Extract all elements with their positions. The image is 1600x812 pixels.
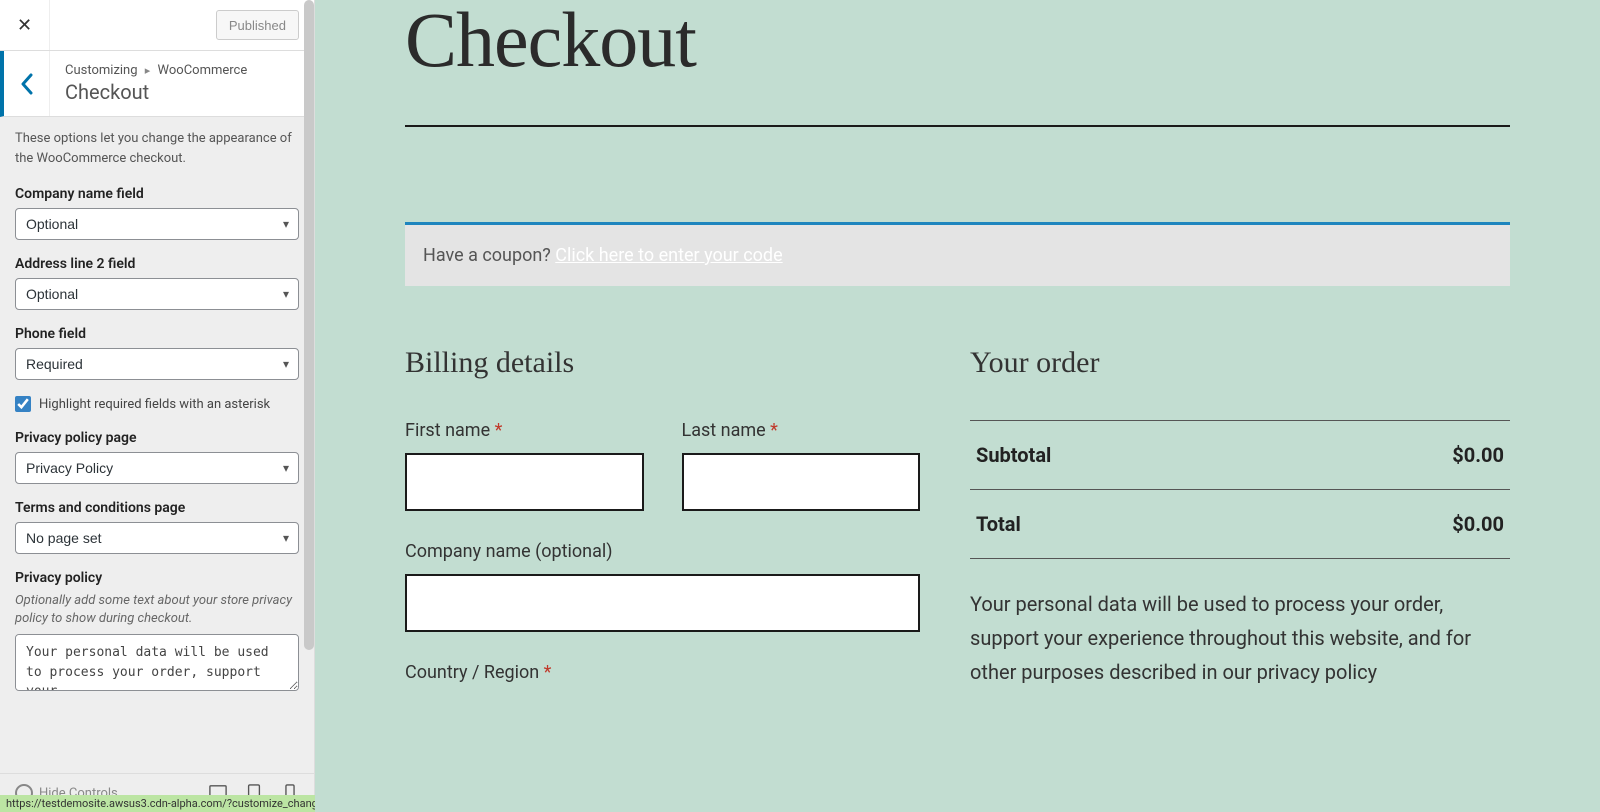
order-heading: Your order (970, 346, 1510, 380)
highlight-checkbox-label[interactable]: Highlight required fields with an asteri… (39, 397, 270, 412)
coupon-prompt: Have a coupon? (423, 245, 555, 266)
address2-field-label: Address line 2 field (15, 256, 299, 272)
address2-field-select[interactable]: Optional (15, 278, 299, 310)
subtotal-value: $0.00 (1282, 421, 1510, 490)
coupon-banner: Have a coupon? Click here to enter your … (405, 222, 1510, 286)
page-title: Checkout (405, 0, 1510, 85)
last-name-field: Last name * (682, 420, 921, 511)
order-summary-table: Subtotal $0.00 Total $0.00 (970, 420, 1510, 559)
billing-heading: Billing details (405, 346, 920, 380)
breadcrumb-title: Checkout (65, 80, 247, 104)
first-name-field: First name * (405, 420, 644, 511)
published-button[interactable]: Published (216, 10, 299, 40)
address2-field-group: Address line 2 field Optional ▾ (15, 256, 299, 310)
order-column: Your order Subtotal $0.00 Total $0.00 Yo… (970, 346, 1510, 725)
terms-page-select[interactable]: No page set (15, 522, 299, 554)
company-name-label: Company name (optional) (405, 541, 920, 562)
preview-pane: Checkout Have a coupon? Click here to en… (315, 0, 1600, 812)
breadcrumb-customizing: Customizing (65, 63, 138, 78)
terms-page-label: Terms and conditions page (15, 500, 299, 516)
customizer-sidebar: ✕ Published Customizing ▸ WooCommerce Ch… (0, 0, 315, 812)
table-row: Subtotal $0.00 (970, 421, 1510, 490)
breadcrumb: Customizing ▸ WooCommerce Checkout (0, 51, 314, 117)
sidebar-header: ✕ Published (0, 0, 314, 51)
company-field-select[interactable]: Optional (15, 208, 299, 240)
privacy-policy-label: Privacy policy (15, 570, 299, 586)
company-field-label: Company name field (15, 186, 299, 202)
title-underline (405, 125, 1510, 127)
total-value: $0.00 (1282, 490, 1510, 559)
breadcrumb-path: Customizing ▸ WooCommerce (65, 63, 247, 78)
highlight-checkbox-row: Highlight required fields with an asteri… (15, 396, 299, 412)
first-name-input[interactable] (405, 453, 644, 511)
privacy-policy-textarea[interactable]: Your personal data will be used to proce… (15, 634, 299, 691)
privacy-notice-text: Your personal data will be used to proce… (970, 587, 1510, 689)
coupon-link[interactable]: Click here to enter your code (555, 245, 782, 266)
first-name-label: First name * (405, 420, 644, 441)
sidebar-scrollbar[interactable] (304, 0, 314, 650)
breadcrumb-parent: WooCommerce (158, 63, 248, 78)
country-region-label: Country / Region * (405, 662, 920, 683)
table-row: Total $0.00 (970, 490, 1510, 559)
required-star-icon: * (495, 420, 503, 441)
last-name-input[interactable] (682, 453, 921, 511)
intro-text: These options let you change the appeara… (15, 129, 299, 168)
privacy-policy-helper: Optionally add some text about your stor… (15, 592, 299, 628)
sidebar-body: These options let you change the appeara… (0, 117, 314, 773)
privacy-policy-group: Privacy policy Optionally add some text … (15, 570, 299, 695)
phone-field-label: Phone field (15, 326, 299, 342)
back-icon[interactable] (4, 51, 50, 116)
subtotal-label: Subtotal (970, 421, 1282, 490)
required-star-icon: * (544, 662, 552, 683)
last-name-label: Last name * (682, 420, 921, 441)
billing-column: Billing details First name * Last name * (405, 346, 920, 725)
highlight-checkbox[interactable] (15, 396, 31, 412)
terms-page-group: Terms and conditions page No page set ▾ (15, 500, 299, 554)
sidebar-footer: Hide Controls https://testdemosite.awsus… (0, 773, 314, 812)
close-icon[interactable]: ✕ (0, 0, 50, 50)
company-name-field: Company name (optional) (405, 541, 920, 632)
company-name-input[interactable] (405, 574, 920, 632)
country-region-field: Country / Region * (405, 662, 920, 695)
privacy-page-group: Privacy policy page Privacy Policy ▾ (15, 430, 299, 484)
total-label: Total (970, 490, 1282, 559)
company-field-group: Company name field Optional ▾ (15, 186, 299, 240)
chevron-right-icon: ▸ (145, 64, 151, 77)
phone-field-select[interactable]: Required (15, 348, 299, 380)
privacy-page-select[interactable]: Privacy Policy (15, 452, 299, 484)
required-star-icon: * (770, 420, 778, 441)
privacy-page-label: Privacy policy page (15, 430, 299, 446)
phone-field-group: Phone field Required ▾ (15, 326, 299, 380)
